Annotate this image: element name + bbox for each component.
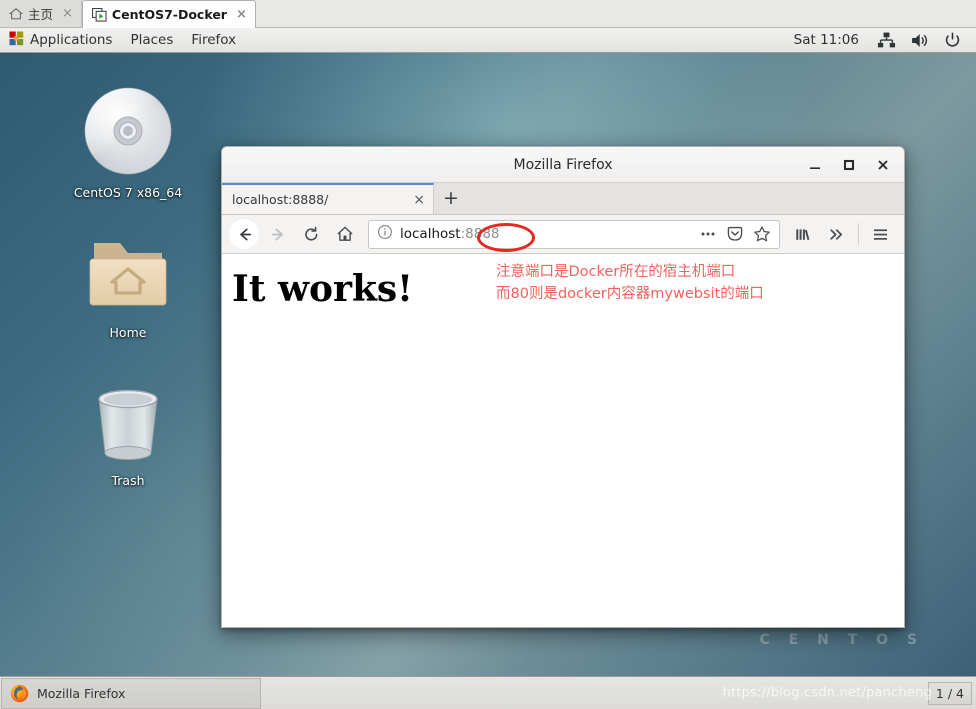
back-icon[interactable]: [229, 219, 259, 249]
home-folder-icon: [84, 235, 172, 321]
chevron-double-right-icon[interactable]: [820, 219, 853, 250]
star-icon[interactable]: [749, 222, 775, 247]
power-icon[interactable]: [937, 28, 968, 52]
panel-tray: Sat 11:06: [784, 28, 976, 52]
home-icon: [9, 7, 23, 21]
vm-tab-centos-close-icon[interactable]: ×: [236, 8, 247, 21]
applications-icon: [9, 31, 24, 50]
taskbar-window-firefox[interactable]: Mozilla Firefox: [1, 677, 261, 709]
menu-applications-label: Applications: [30, 32, 113, 48]
gnome-top-panel: Applications Places Firefox Sat 11:06: [0, 28, 976, 53]
url-bar-actions: [695, 222, 775, 247]
panel-menus: Applications Places Firefox: [0, 28, 245, 52]
vm-tab-home-close-icon[interactable]: ×: [62, 7, 73, 20]
desktop[interactable]: C E N T O S CentOS 7 x86_64 Home Trash M…: [0, 53, 976, 676]
firefox-icon: [10, 684, 29, 703]
firefox-tabbar: localhost:8888/ × +: [222, 183, 904, 215]
blog-watermark: https://blog.csdn.net/pancheng: [722, 685, 932, 701]
trash-icon: [85, 385, 171, 469]
new-tab-button[interactable]: +: [434, 183, 468, 214]
annotation-line-1: 注意端口是Docker所在的宿主机端口: [496, 264, 736, 280]
desktop-icon-trash-label: Trash: [111, 473, 145, 488]
desktop-icon-trash[interactable]: Trash: [64, 385, 192, 488]
vm-tab-home-label: 主页: [28, 7, 54, 22]
annotation-note: 注意端口是Docker所在的宿主机端口 而80则是docker内容器mywebs…: [496, 261, 764, 305]
vm-tab-strip: 主页 × CentOS7-Docker ×: [0, 0, 976, 28]
menu-firefox-label: Firefox: [191, 32, 237, 48]
vm-tab-centos-label: CentOS7-Docker: [111, 7, 227, 22]
firefox-navbar: localhost:8888: [222, 215, 904, 254]
cd-disc-icon: [82, 85, 174, 181]
browser-tab-title: localhost:8888/: [232, 192, 329, 207]
hamburger-menu-icon[interactable]: [864, 219, 897, 250]
browser-tab-close-icon[interactable]: ×: [407, 193, 425, 207]
home-icon[interactable]: [328, 219, 361, 250]
forward-icon[interactable]: [262, 219, 295, 250]
url-bar[interactable]: localhost:8888: [368, 219, 780, 249]
toolbar-divider: [858, 223, 859, 245]
menu-places-label: Places: [130, 32, 174, 48]
annotation-line-2: 而80则是docker内容器mywebsit的端口: [496, 286, 764, 302]
panel-clock[interactable]: Sat 11:06: [784, 32, 869, 48]
info-icon[interactable]: [377, 224, 393, 244]
pocket-icon[interactable]: [722, 222, 748, 247]
firefox-titlebar[interactable]: Mozilla Firefox: [222, 147, 904, 183]
url-port: :8888: [460, 226, 500, 242]
ellipsis-icon[interactable]: [695, 222, 721, 247]
workspace-switcher[interactable]: 1 / 4: [927, 681, 972, 705]
library-icon[interactable]: [787, 219, 820, 250]
minimize-icon[interactable]: [798, 148, 832, 182]
bottom-taskbar: Mozilla Firefox https://blog.csdn.net/pa…: [0, 676, 976, 709]
desktop-icon-home[interactable]: Home: [64, 235, 192, 340]
window-controls: [798, 148, 904, 182]
desktop-icon-home-label: Home: [109, 325, 147, 340]
menu-firefox[interactable]: Firefox: [182, 28, 245, 52]
vm-icon: [92, 7, 107, 22]
menu-applications[interactable]: Applications: [0, 28, 121, 52]
page-content: It works! 注意端口是Docker所在的宿主机端口 而80则是docke…: [222, 254, 904, 627]
centos-watermark: C E N T O S: [759, 632, 924, 648]
url-host: localhost: [400, 226, 461, 242]
screen: 主页 × CentOS7-Docker × Applications Place…: [0, 0, 976, 709]
network-icon[interactable]: [871, 28, 902, 52]
taskbar-window-label: Mozilla Firefox: [37, 685, 126, 701]
maximize-icon[interactable]: [832, 148, 866, 182]
vm-tab-centos7-docker[interactable]: CentOS7-Docker ×: [81, 0, 256, 28]
firefox-window: Mozilla Firefox localhost:8888/ × + loca…: [221, 146, 905, 628]
close-icon[interactable]: [866, 148, 900, 182]
url-text[interactable]: localhost:8888: [400, 226, 695, 242]
taskbar-right: https://blog.csdn.net/pancheng 1 / 4: [723, 681, 976, 705]
volume-icon[interactable]: [904, 28, 935, 52]
desktop-icon-centos-iso-label: CentOS 7 x86_64: [73, 185, 183, 200]
browser-tab-localhost[interactable]: localhost:8888/ ×: [222, 183, 434, 214]
desktop-icon-centos-iso[interactable]: CentOS 7 x86_64: [64, 85, 192, 200]
reload-icon[interactable]: [295, 219, 328, 250]
vm-tab-home[interactable]: 主页 ×: [0, 0, 82, 27]
menu-places[interactable]: Places: [121, 28, 182, 52]
